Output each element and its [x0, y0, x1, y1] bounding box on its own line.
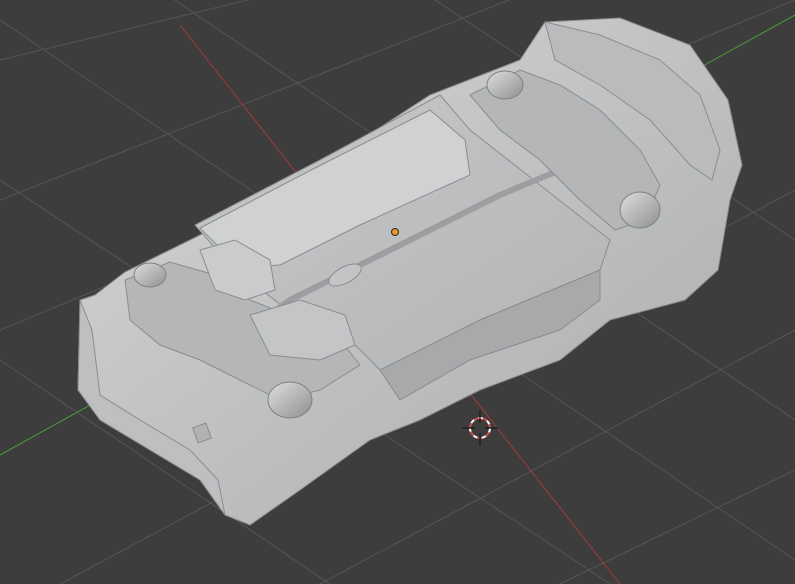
wheel-hub-front-right — [267, 381, 313, 419]
3d-viewport[interactable] — [0, 0, 795, 584]
wheel-hub-front-left — [133, 262, 167, 288]
viewport-canvas[interactable] — [0, 0, 795, 584]
car-underbody-mesh[interactable] — [77, 17, 743, 526]
3d-cursor-icon[interactable] — [462, 410, 498, 446]
wheel-hub-rear-right — [619, 191, 661, 229]
wheel-hub-rear-left — [486, 70, 524, 100]
object-origin-icon[interactable] — [391, 228, 399, 236]
